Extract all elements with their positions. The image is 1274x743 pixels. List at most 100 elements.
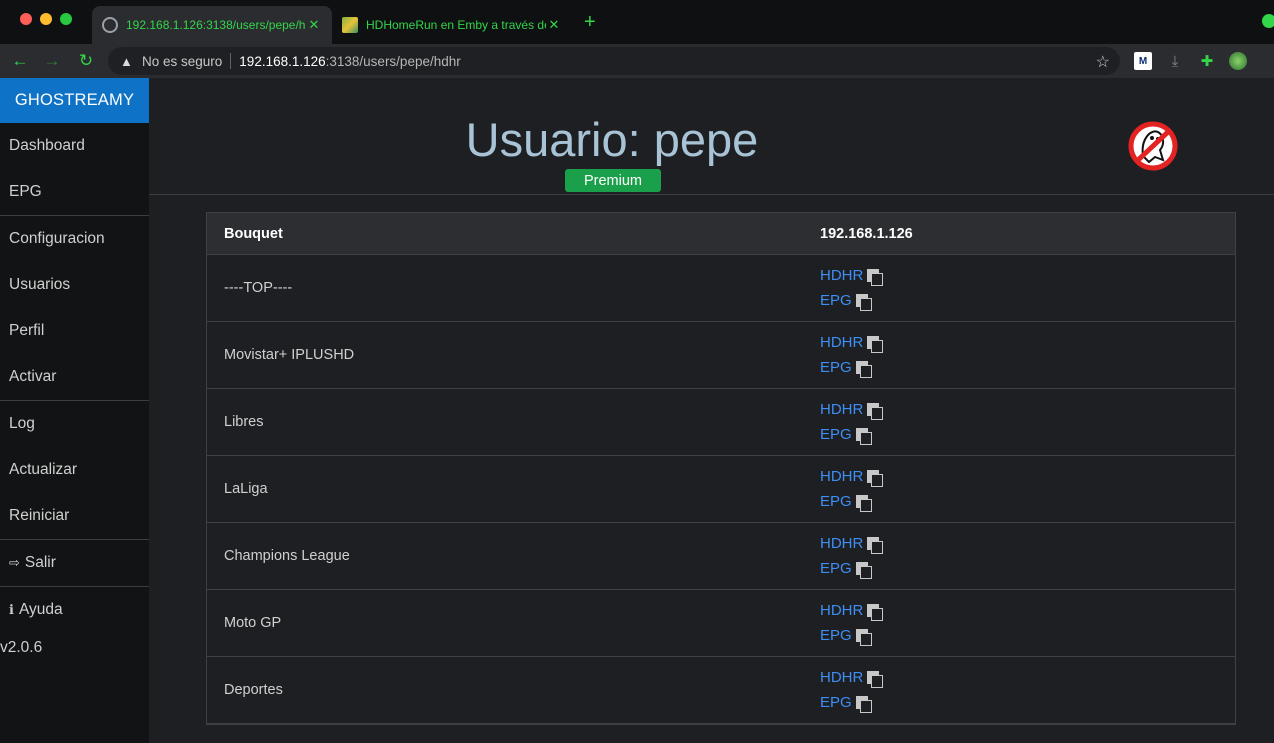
hdhr-line: HDHR [820, 669, 1235, 688]
minimize-window-button[interactable] [40, 13, 52, 25]
profile-status-icon[interactable] [1262, 14, 1274, 28]
url-path[interactable]: :3138/users/pepe/hdhr [326, 54, 461, 69]
extensions-puzzle-icon[interactable]: ✚ [1198, 52, 1216, 70]
hdhr-link[interactable]: HDHR [820, 602, 863, 619]
hdhr-link[interactable]: HDHR [820, 669, 863, 686]
sidebar-item-label: Actualizar [9, 461, 78, 478]
sidebar-item-ayuda[interactable]: ℹ Ayuda [0, 587, 149, 633]
bookmark-star-icon[interactable]: ☆ [1096, 52, 1110, 72]
download-icon[interactable]: ⤓ [1166, 52, 1184, 70]
copy-icon[interactable] [855, 494, 872, 512]
sidebar-item-label: Salir [24, 554, 56, 571]
copy-icon[interactable] [866, 670, 884, 688]
omnibox-separator [230, 53, 232, 69]
hdhr-link[interactable]: HDHR [820, 401, 863, 418]
sidebar-item-label: Perfil [9, 322, 45, 339]
playlist-links: HDHR EPG [820, 602, 1235, 646]
maximize-window-button[interactable] [60, 13, 72, 25]
bouquet-name: Moto GP [224, 615, 282, 631]
copy-icon[interactable] [866, 335, 884, 353]
table-row: Champions League HDHR EPG [207, 523, 1235, 590]
playlist-links: HDHR EPG [820, 401, 1235, 445]
sidebar-item-configuracion[interactable]: Configuracion [0, 216, 149, 262]
sidebar-item-usuarios[interactable]: Usuarios [0, 262, 149, 308]
sidebar-item-epg[interactable]: EPG [0, 169, 149, 215]
epg-link[interactable]: EPG [820, 694, 852, 711]
tab-users-hdhr[interactable]: 192.168.1.126:3138/users/pepe/hdhr ✕ [92, 6, 332, 44]
copy-icon[interactable] [866, 603, 884, 621]
epg-link[interactable]: EPG [820, 493, 852, 510]
playlist-links: HDHR EPG [820, 267, 1235, 311]
reload-icon[interactable]: ↻ [74, 49, 98, 73]
epg-line: EPG [820, 426, 1235, 445]
bouquet-name: Libres [224, 414, 264, 430]
epg-line: EPG [820, 292, 1235, 311]
epg-link[interactable]: EPG [820, 560, 852, 577]
globe-icon [102, 17, 118, 33]
copy-icon[interactable] [855, 628, 872, 646]
movistar-extension-icon[interactable]: M [1134, 52, 1152, 70]
profile-avatar[interactable] [1229, 52, 1247, 70]
sign-out-icon: ⇨ [9, 555, 20, 570]
close-window-button[interactable] [20, 13, 32, 25]
sidebar-item-reiniciar[interactable]: Reiniciar [0, 493, 149, 539]
url-host[interactable]: 192.168.1.126 [239, 54, 325, 69]
tab-close-icon[interactable]: ✕ [546, 17, 562, 33]
hdhr-link[interactable]: HDHR [820, 535, 863, 552]
hdhr-line: HDHR [820, 334, 1235, 353]
browser-titlebar: 192.168.1.126:3138/users/pepe/hdhr ✕ HDH… [0, 0, 1274, 44]
back-arrow-icon[interactable]: ← [8, 49, 32, 73]
copy-icon[interactable] [866, 402, 884, 420]
epg-link[interactable]: EPG [820, 292, 852, 309]
copy-icon[interactable] [866, 268, 884, 286]
hdhr-line: HDHR [820, 602, 1235, 621]
new-tab-button[interactable]: + [584, 12, 596, 32]
bouquet-name: Champions League [224, 548, 350, 564]
sidebar-item-log[interactable]: Log [0, 401, 149, 447]
epg-link[interactable]: EPG [820, 426, 852, 443]
address-bar[interactable]: ▲ No es seguro 192.168.1.126:3138/users/… [108, 47, 1120, 75]
copy-icon[interactable] [866, 469, 884, 487]
not-secure-label[interactable]: No es seguro [142, 54, 222, 69]
playlist-links: HDHR EPG [820, 535, 1235, 579]
copy-icon[interactable] [855, 360, 872, 378]
copy-icon[interactable] [855, 427, 872, 445]
sidebar-item-label: EPG [9, 183, 42, 200]
sidebar-item-salir[interactable]: ⇨ Salir [0, 540, 149, 586]
tab-title: 192.168.1.126:3138/users/pepe/hdhr [126, 18, 306, 32]
brand-logo[interactable]: GHOSTREAMY [0, 78, 149, 123]
sidebar-item-label: Usuarios [9, 276, 71, 293]
epg-link[interactable]: EPG [820, 359, 852, 376]
tab-hdhomerun-emby[interactable]: HDHomeRun en Emby a través de GHOSTREAMY… [332, 6, 572, 44]
bouquet-name: LaLiga [224, 481, 268, 497]
sidebar-item-label: Activar [9, 368, 57, 385]
sidebar-item-label: Log [9, 415, 35, 432]
status-badge: Premium [565, 169, 661, 192]
browser-toolbar: ← → ↻ ▲ No es seguro 192.168.1.126:3138/… [0, 44, 1274, 78]
tab-title: HDHomeRun en Emby a través de GHOSTREAMY [366, 18, 546, 32]
hdhr-line: HDHR [820, 401, 1235, 420]
sidebar-item-dashboard[interactable]: Dashboard [0, 123, 149, 169]
table-row: Moto GP HDHR EPG [207, 590, 1235, 657]
hdhr-link[interactable]: HDHR [820, 468, 863, 485]
table-row: LaLiga HDHR EPG [207, 456, 1235, 523]
copy-icon[interactable] [855, 293, 872, 311]
playlist-links: HDHR EPG [820, 468, 1235, 512]
table-row: Movistar+ IPLUSHD HDHR EPG [207, 322, 1235, 389]
hdhr-link[interactable]: HDHR [820, 334, 863, 351]
warning-icon[interactable]: ▲ [120, 55, 134, 68]
sidebar-item-label: Dashboard [9, 137, 85, 154]
hdhr-link[interactable]: HDHR [820, 267, 863, 284]
epg-link[interactable]: EPG [820, 627, 852, 644]
tab-close-icon[interactable]: ✕ [306, 17, 322, 33]
copy-icon[interactable] [866, 536, 884, 554]
forward-arrow-icon[interactable]: → [40, 49, 64, 73]
sidebar-item-label: Reiniciar [9, 507, 70, 524]
table-row: Deportes HDHR EPG [207, 657, 1235, 724]
sidebar-item-perfil[interactable]: Perfil [0, 308, 149, 354]
table-row: Libres HDHR EPG [207, 389, 1235, 456]
sidebar-item-activar[interactable]: Activar [0, 354, 149, 400]
copy-icon[interactable] [855, 561, 872, 579]
copy-icon[interactable] [855, 695, 872, 713]
sidebar-item-actualizar[interactable]: Actualizar [0, 447, 149, 493]
